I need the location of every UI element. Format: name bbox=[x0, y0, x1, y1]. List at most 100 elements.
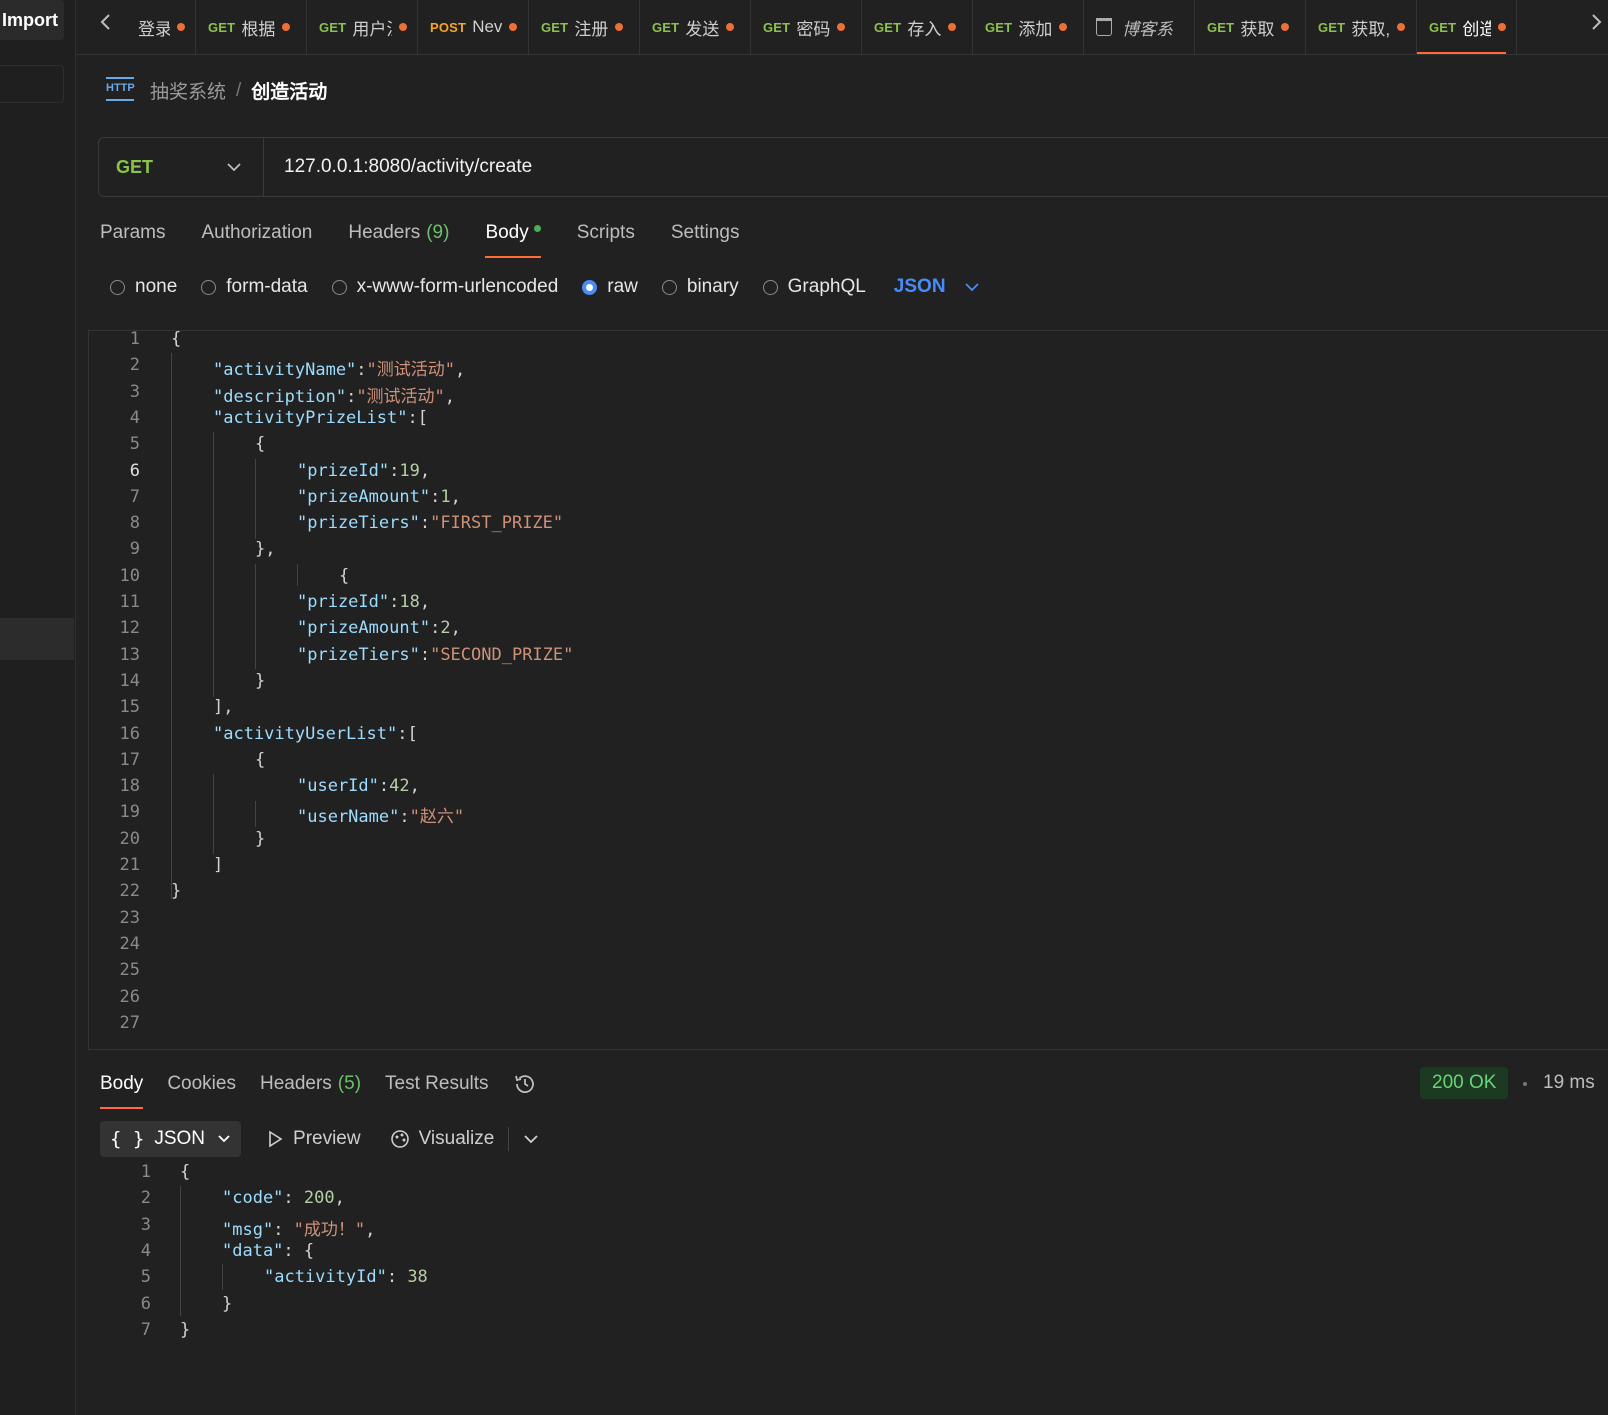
unsaved-dot bbox=[1397, 23, 1406, 31]
code-line: "prizeTiers":"FIRST_PRIZE" bbox=[297, 513, 563, 533]
tab-11[interactable]: GET 获取, bbox=[1306, 0, 1417, 54]
tab-params[interactable]: Params bbox=[100, 222, 165, 256]
request-section-tabs: Params Authorization Headers (9) Body Scripts… bbox=[100, 222, 775, 258]
response-body-viewer[interactable]: 1 2 3 4 5 6 7{"code": 200, "msg": "成功！", "data":… bbox=[100, 1162, 1600, 1372]
unsaved-dot bbox=[1059, 23, 1068, 31]
radio-label: GraphQL bbox=[787, 276, 866, 297]
code-token: : bbox=[419, 513, 431, 534]
code-token: "prizeAmount" bbox=[297, 486, 431, 507]
tab-headers[interactable]: Headers (9) bbox=[348, 222, 449, 256]
code-line: "userId":42, bbox=[297, 776, 420, 796]
status-badge[interactable]: 200 OK bbox=[1420, 1067, 1509, 1099]
tab-0[interactable]: 登录 bbox=[138, 0, 196, 54]
method-select[interactable]: GET bbox=[98, 137, 264, 197]
code-token: "测试活动" bbox=[356, 386, 445, 407]
line-number: 2 bbox=[129, 355, 140, 376]
chevron-down-icon[interactable] bbox=[523, 1131, 539, 1147]
line-number: 6 bbox=[129, 460, 140, 481]
body-format-select[interactable]: JSON bbox=[894, 276, 980, 298]
code-token: } bbox=[255, 670, 266, 691]
tab-7[interactable]: GET 存入 bbox=[862, 0, 973, 54]
history-icon[interactable] bbox=[513, 1072, 537, 1108]
tab-1[interactable]: GET 根据 bbox=[196, 0, 307, 54]
request-title[interactable]: 创造活动 bbox=[251, 77, 327, 104]
separator-dot bbox=[1523, 1082, 1527, 1086]
code-line: "prizeId":18, bbox=[297, 592, 430, 612]
code-token: "prizeTiers" bbox=[297, 644, 420, 665]
line-number: 7 bbox=[140, 1319, 151, 1340]
tab-9[interactable]: 博客系 bbox=[1084, 0, 1195, 54]
breadcrumb-collection[interactable]: 抽奖系统 bbox=[150, 77, 226, 104]
body-type-none[interactable]: none bbox=[110, 276, 177, 298]
tab-label: Test Results bbox=[385, 1073, 489, 1094]
tab-4[interactable]: GET 注册 bbox=[529, 0, 640, 54]
tab-settings[interactable]: Settings bbox=[671, 222, 740, 256]
tab-2[interactable]: GET 用户注 bbox=[307, 0, 418, 54]
code-line: "prizeAmount":1, bbox=[297, 487, 461, 507]
code-token: "msg" bbox=[222, 1219, 274, 1240]
import-button[interactable]: Import bbox=[0, 0, 64, 40]
tab-body[interactable]: Body bbox=[485, 222, 542, 258]
tab-method: GET bbox=[652, 19, 680, 35]
tab-title: 添加 bbox=[1018, 19, 1053, 39]
code-token: "userId" bbox=[297, 776, 379, 797]
code-line: { bbox=[171, 331, 181, 349]
sidebar-search-box[interactable] bbox=[0, 65, 64, 103]
tab-title: 密码 bbox=[796, 19, 831, 39]
body-type-binary[interactable]: binary bbox=[661, 276, 739, 298]
line-number: 14 bbox=[119, 670, 140, 691]
indent-guide bbox=[180, 1186, 181, 1316]
line-number: 10 bbox=[119, 565, 140, 586]
url-input[interactable] bbox=[284, 149, 1584, 185]
code-token: 19 bbox=[399, 460, 420, 481]
code-token: : bbox=[283, 1188, 304, 1209]
tab-3[interactable]: POST Nev bbox=[418, 0, 529, 54]
line-number: 1 bbox=[140, 1162, 151, 1182]
code-token: "prizeTiers" bbox=[297, 513, 420, 534]
method-label: GET bbox=[116, 156, 154, 177]
code-token: 42 bbox=[389, 776, 410, 797]
request-body-editor[interactable]: 1 2 3 4 5 6 7 8 9 10 11 12 13 14 15 16 17 18 19 20 21 22 23 24 2… bbox=[88, 330, 1608, 1050]
tab-label: Settings bbox=[670, 222, 740, 243]
code-token: 1 bbox=[440, 486, 451, 507]
tab-authorization[interactable]: Authorization bbox=[201, 222, 312, 256]
response-time[interactable]: 19 ms bbox=[1543, 1072, 1595, 1094]
line-number: 17 bbox=[119, 749, 140, 770]
sidebar-selected-item[interactable] bbox=[0, 618, 74, 660]
code-token: { bbox=[180, 1162, 191, 1182]
tab-10[interactable]: GET 获取 bbox=[1195, 0, 1306, 54]
tab-count: (5) bbox=[337, 1073, 362, 1094]
response-tab-body[interactable]: Body bbox=[100, 1073, 144, 1109]
tab-6[interactable]: GET 密码 bbox=[751, 0, 862, 54]
code-line: "activityPrizeList":[ bbox=[213, 408, 428, 428]
code-token: : bbox=[399, 807, 410, 828]
code-token: 18 bbox=[399, 592, 420, 612]
response-tab-headers[interactable]: Headers (5) bbox=[260, 1073, 361, 1107]
code-token: : { bbox=[283, 1240, 315, 1261]
tab-label: Body bbox=[485, 222, 529, 243]
tab-5[interactable]: GET 发送 bbox=[640, 0, 751, 54]
response-format-select[interactable]: { } JSON bbox=[100, 1121, 242, 1157]
chevron-right-icon[interactable] bbox=[1588, 12, 1604, 37]
body-type-x-www-form-urlencoded[interactable]: x-www-form-urlencoded bbox=[331, 276, 558, 298]
tab-scripts[interactable]: Scripts bbox=[577, 222, 635, 256]
tab-title: 发送 bbox=[685, 19, 720, 39]
tab-8[interactable]: GET 添加 bbox=[973, 0, 1084, 54]
body-type-graphql[interactable]: GraphQL bbox=[762, 276, 866, 298]
tab-method: GET bbox=[541, 19, 569, 35]
breadcrumb: 抽奖系统 / 创造活动 bbox=[150, 77, 327, 104]
body-type-form-data[interactable]: form-data bbox=[201, 276, 308, 298]
visualize-button[interactable]: Visualize bbox=[389, 1128, 494, 1150]
code-line: { bbox=[180, 1162, 190, 1182]
chevron-left-icon[interactable] bbox=[98, 12, 114, 37]
response-tab-cookies[interactable]: Cookies bbox=[167, 1073, 236, 1107]
body-type-raw[interactable]: raw bbox=[582, 276, 638, 298]
code-token: :[ bbox=[397, 723, 418, 744]
tab-title: 获取 bbox=[1240, 19, 1275, 39]
response-tab-test-results[interactable]: Test Results bbox=[385, 1073, 488, 1107]
visualize-icon bbox=[389, 1128, 411, 1150]
http-icon: HTTP bbox=[106, 77, 135, 101]
tab-12[interactable]: GET 创造 bbox=[1417, 0, 1517, 54]
preview-button[interactable]: Preview bbox=[267, 1128, 361, 1150]
radio-label: form-data bbox=[226, 276, 308, 297]
